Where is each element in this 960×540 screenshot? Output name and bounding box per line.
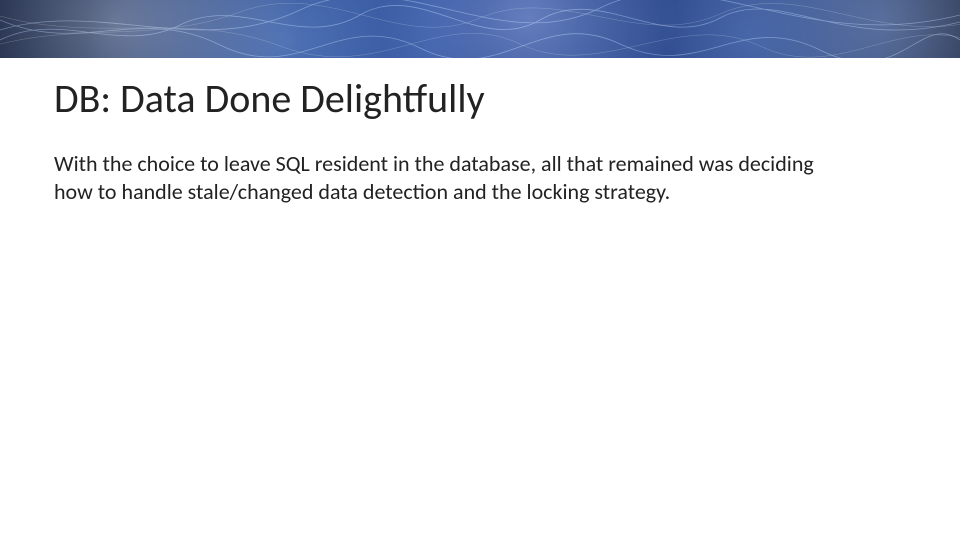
slide-title: DB: Data Done Delightfully [54,76,906,122]
slide-content: DB: Data Done Delightfully With the choi… [0,58,960,205]
banner-image [0,0,960,58]
banner-fractal-overlay [0,0,960,58]
slide-body-text: With the choice to leave SQL resident in… [54,150,824,205]
